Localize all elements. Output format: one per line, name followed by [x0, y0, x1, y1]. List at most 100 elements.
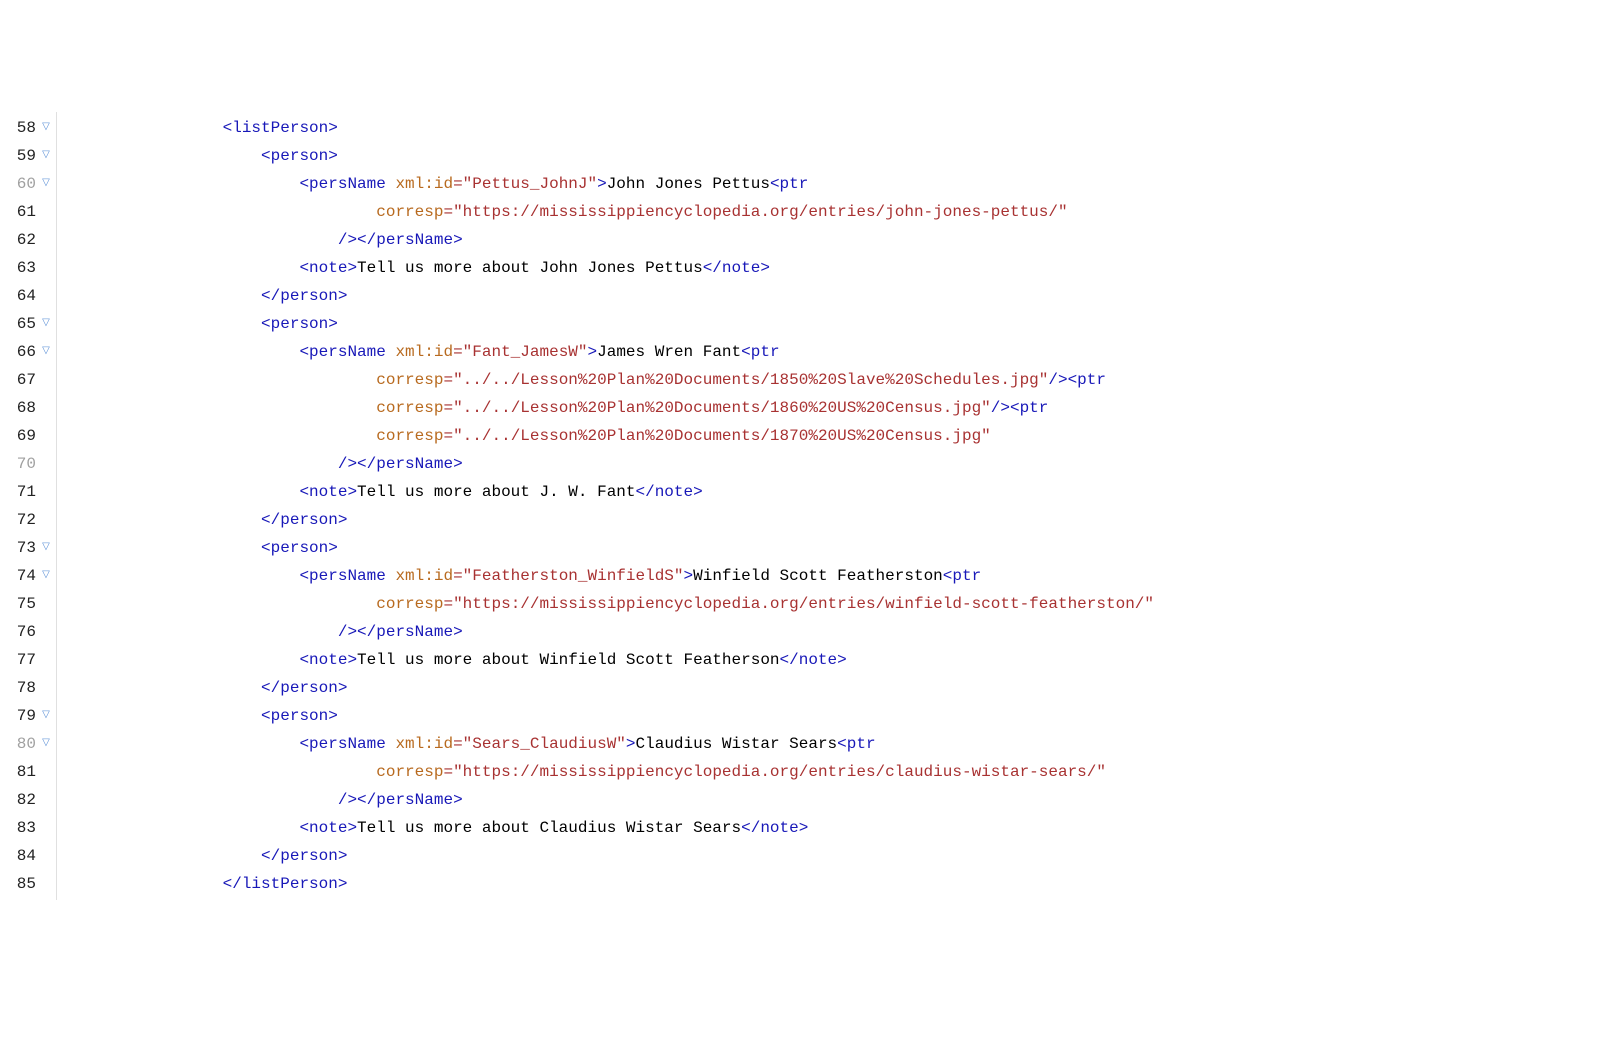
token-val: "https://mississippiencyclopedia.org/ent… [453, 758, 1106, 786]
code-line[interactable]: corresp="https://mississippiencyclopedia… [69, 758, 1154, 786]
code-line[interactable]: <note>Tell us more about J. W. Fant</not… [69, 478, 1154, 506]
gutter-row: 65▽ [8, 310, 52, 338]
line-number: 79 [8, 702, 36, 730]
code-line[interactable]: </person> [69, 506, 1154, 534]
code-line[interactable]: corresp="https://mississippiencyclopedia… [69, 198, 1154, 226]
gutter-row: 74▽ [8, 562, 52, 590]
code-line[interactable]: /></persName> [69, 450, 1154, 478]
token-tag: <person> [261, 702, 338, 730]
line-number: 78 [8, 674, 36, 702]
line-number-gutter: 58▽59▽60▽6162636465▽66▽67686970717273▽74… [0, 112, 57, 900]
token-val: "../../Lesson%20Plan%20Documents/1860%20… [453, 394, 991, 422]
code-line[interactable]: corresp="../../Lesson%20Plan%20Documents… [69, 394, 1154, 422]
token-tag: <note> [299, 254, 357, 282]
code-line[interactable]: <persName xml:id="Pettus_JohnJ">John Jon… [69, 170, 1154, 198]
indent [69, 702, 261, 730]
token-tag: <ptr [741, 338, 779, 366]
token-attr: xml:id [395, 562, 453, 590]
indent [69, 590, 376, 618]
fold-toggle-icon[interactable]: ▽ [40, 175, 52, 193]
code-line[interactable]: </listPerson> [69, 870, 1154, 898]
code-area[interactable]: <listPerson> <person> <persName xml:id="… [57, 112, 1154, 900]
code-line[interactable]: /></persName> [69, 618, 1154, 646]
token-eq: = [453, 562, 463, 590]
line-number: 71 [8, 478, 36, 506]
fold-toggle-icon[interactable]: ▽ [40, 567, 52, 585]
line-number: 70 [8, 450, 36, 478]
token-text: Winfield Scott Featherston [693, 562, 943, 590]
code-line[interactable]: /></persName> [69, 226, 1154, 254]
token-eq: = [443, 198, 453, 226]
indent [69, 758, 376, 786]
token-text: John Jones Pettus [607, 170, 770, 198]
fold-toggle-icon[interactable]: ▽ [40, 735, 52, 753]
indent [69, 394, 376, 422]
fold-toggle-icon[interactable]: ▽ [40, 147, 52, 165]
line-number: 82 [8, 786, 36, 814]
fold-toggle-icon[interactable]: ▽ [40, 119, 52, 137]
token-tag: </listPerson> [223, 870, 348, 898]
code-line[interactable]: <person> [69, 142, 1154, 170]
code-line[interactable]: <note>Tell us more about John Jones Pett… [69, 254, 1154, 282]
code-line[interactable]: /></persName> [69, 786, 1154, 814]
token-tag: /></persName> [338, 226, 463, 254]
token-tag: <persName [299, 730, 395, 758]
token-val: "../../Lesson%20Plan%20Documents/1870%20… [453, 422, 991, 450]
token-val: "Sears_ClaudiusW" [463, 730, 626, 758]
token-tag: <note> [299, 646, 357, 674]
token-attr: corresp [376, 198, 443, 226]
line-number: 80 [8, 730, 36, 758]
fold-toggle-icon[interactable]: ▽ [40, 343, 52, 361]
token-tag: <ptr [770, 170, 808, 198]
token-val: "https://mississippiencyclopedia.org/ent… [453, 590, 1154, 618]
gutter-row: 80▽ [8, 730, 52, 758]
token-tag: <person> [261, 534, 338, 562]
token-tag: /></persName> [338, 450, 463, 478]
gutter-row: 62 [8, 226, 52, 254]
code-line[interactable]: <person> [69, 534, 1154, 562]
line-number: 72 [8, 506, 36, 534]
code-line[interactable]: <listPerson> [69, 114, 1154, 142]
gutter-row: 85 [8, 870, 52, 898]
token-tag: </person> [261, 282, 347, 310]
token-tag: </note> [780, 646, 847, 674]
token-attr: corresp [376, 590, 443, 618]
code-line[interactable]: <persName xml:id="Fant_JamesW">James Wre… [69, 338, 1154, 366]
gutter-row: 72 [8, 506, 52, 534]
gutter-row: 75 [8, 590, 52, 618]
code-line[interactable]: <note>Tell us more about Winfield Scott … [69, 646, 1154, 674]
token-text: Tell us more about Claudius Wistar Sears [357, 814, 741, 842]
line-number: 74 [8, 562, 36, 590]
token-tag: <ptr [943, 562, 981, 590]
code-line[interactable]: </person> [69, 282, 1154, 310]
token-eq: = [443, 758, 453, 786]
code-line[interactable]: <persName xml:id="Featherston_WinfieldS"… [69, 562, 1154, 590]
fold-toggle-icon[interactable]: ▽ [40, 707, 52, 725]
code-line[interactable]: corresp="https://mississippiencyclopedia… [69, 590, 1154, 618]
token-text: James Wren Fant [597, 338, 741, 366]
gutter-row: 64 [8, 282, 52, 310]
code-line[interactable]: corresp="../../Lesson%20Plan%20Documents… [69, 366, 1154, 394]
token-eq: = [443, 394, 453, 422]
code-line[interactable]: <persName xml:id="Sears_ClaudiusW">Claud… [69, 730, 1154, 758]
token-attr: corresp [376, 422, 443, 450]
code-line[interactable]: <person> [69, 310, 1154, 338]
token-text: Claudius Wistar Sears [636, 730, 838, 758]
line-number: 62 [8, 226, 36, 254]
gutter-row: 63 [8, 254, 52, 282]
indent [69, 366, 376, 394]
line-number: 77 [8, 646, 36, 674]
fold-toggle-icon[interactable]: ▽ [40, 539, 52, 557]
token-tag: </person> [261, 506, 347, 534]
code-line[interactable]: corresp="../../Lesson%20Plan%20Documents… [69, 422, 1154, 450]
code-line[interactable]: </person> [69, 842, 1154, 870]
token-eq: = [453, 730, 463, 758]
token-tag: /><ptr [991, 394, 1049, 422]
code-line[interactable]: <person> [69, 702, 1154, 730]
fold-toggle-icon[interactable]: ▽ [40, 315, 52, 333]
gutter-row: 78 [8, 674, 52, 702]
token-tag: /></persName> [338, 618, 463, 646]
code-line[interactable]: <note>Tell us more about Claudius Wistar… [69, 814, 1154, 842]
gutter-row: 77 [8, 646, 52, 674]
code-line[interactable]: </person> [69, 674, 1154, 702]
